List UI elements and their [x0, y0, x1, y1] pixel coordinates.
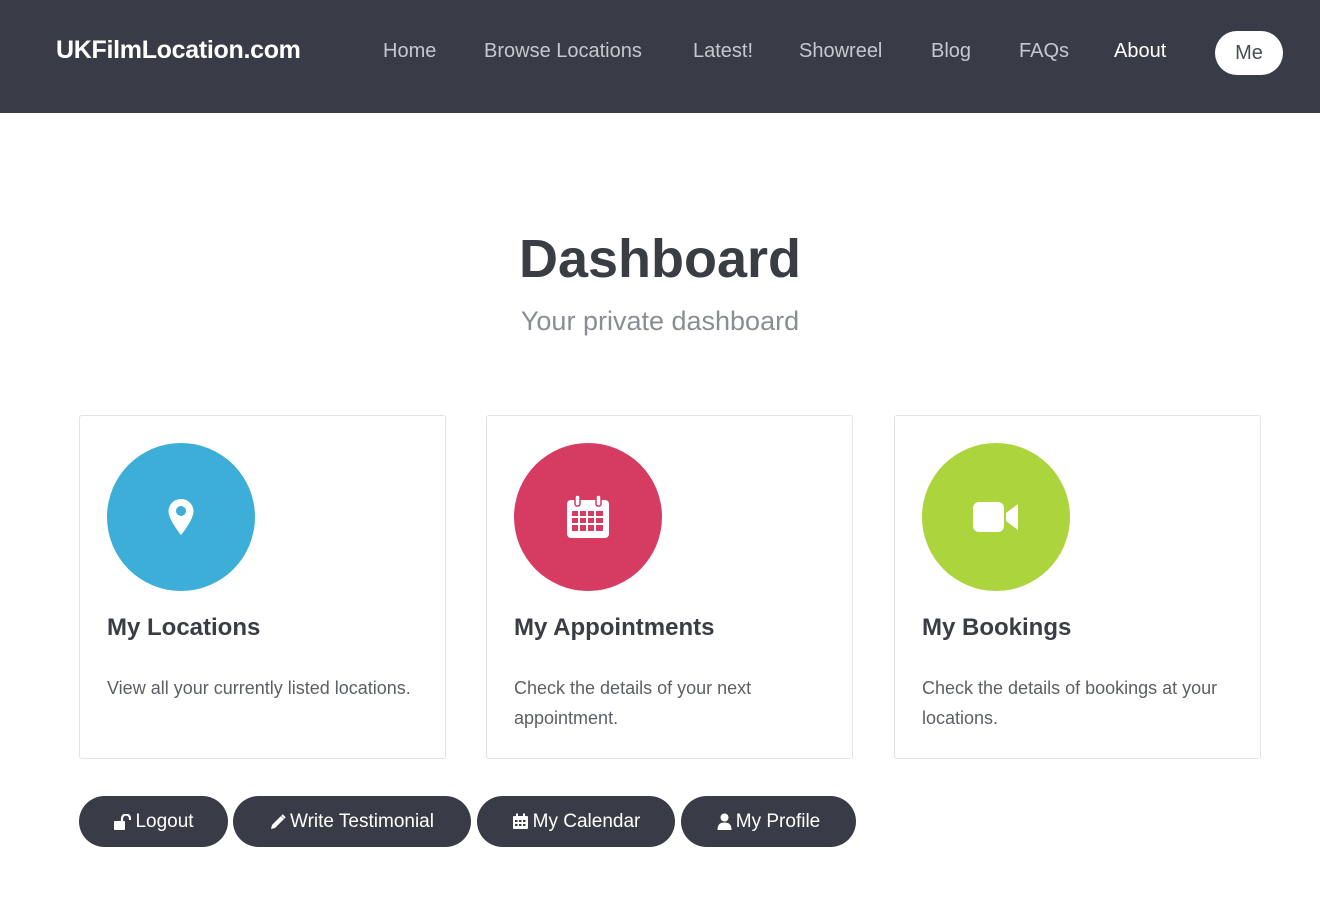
logout-label: Logout — [135, 810, 194, 832]
logout-button[interactable]: Logout — [79, 796, 228, 847]
pencil-icon — [271, 813, 286, 829]
unlock-icon — [114, 813, 132, 830]
nav-link-home[interactable]: Home — [383, 40, 436, 63]
page-subtitle: Your private dashboard — [520, 306, 800, 336]
nav-link-about[interactable]: About — [1114, 40, 1166, 63]
my-calendar-label: My Calendar — [532, 810, 641, 832]
card-description: Check the details of bookings at your lo… — [922, 678, 1218, 728]
my-bookings-icon-circle — [922, 443, 1070, 591]
nav-link-browse-locations[interactable]: Browse Locations — [484, 40, 642, 63]
card-description: View all your currently listed locations… — [107, 678, 411, 698]
nav-link-latest[interactable]: Latest! — [693, 40, 753, 63]
map-marker-icon — [168, 499, 194, 535]
calendar-icon — [567, 494, 609, 538]
card-my-bookings[interactable]: My Bookings Check the details of booking… — [894, 415, 1261, 759]
me-menu-button[interactable]: Me — [1215, 31, 1283, 75]
card-title: My Locations — [107, 614, 261, 641]
write-testimonial-button[interactable]: Write Testimonial — [233, 796, 471, 847]
top-navbar: UKFilmLocation.com Home Browse Locations… — [0, 0, 1320, 113]
my-profile-button[interactable]: My Profile — [681, 796, 856, 847]
page-title: Dashboard — [518, 229, 802, 289]
my-appointments-icon-circle — [514, 443, 662, 591]
card-title: My Appointments — [514, 614, 715, 641]
nav-link-blog[interactable]: Blog — [931, 40, 971, 63]
my-calendar-button[interactable]: My Calendar — [477, 796, 675, 847]
my-profile-label: My Profile — [735, 810, 821, 832]
nav-link-faqs[interactable]: FAQs — [1019, 40, 1069, 63]
card-description: Check the details of your next appointme… — [514, 678, 752, 728]
card-my-appointments[interactable]: My Appointments Check the details of you… — [486, 415, 853, 759]
video-camera-icon — [973, 502, 1018, 532]
card-my-locations[interactable]: My Locations View all your currently lis… — [79, 415, 446, 759]
nav-link-showreel[interactable]: Showreel — [799, 40, 882, 63]
card-title: My Bookings — [922, 614, 1072, 641]
calendar-icon — [512, 813, 528, 829]
my-locations-icon-circle — [107, 443, 255, 591]
brand-logo-link[interactable]: UKFilmLocation.com — [56, 36, 301, 65]
write-testimonial-label: Write Testimonial — [290, 810, 434, 832]
user-icon — [717, 813, 732, 830]
